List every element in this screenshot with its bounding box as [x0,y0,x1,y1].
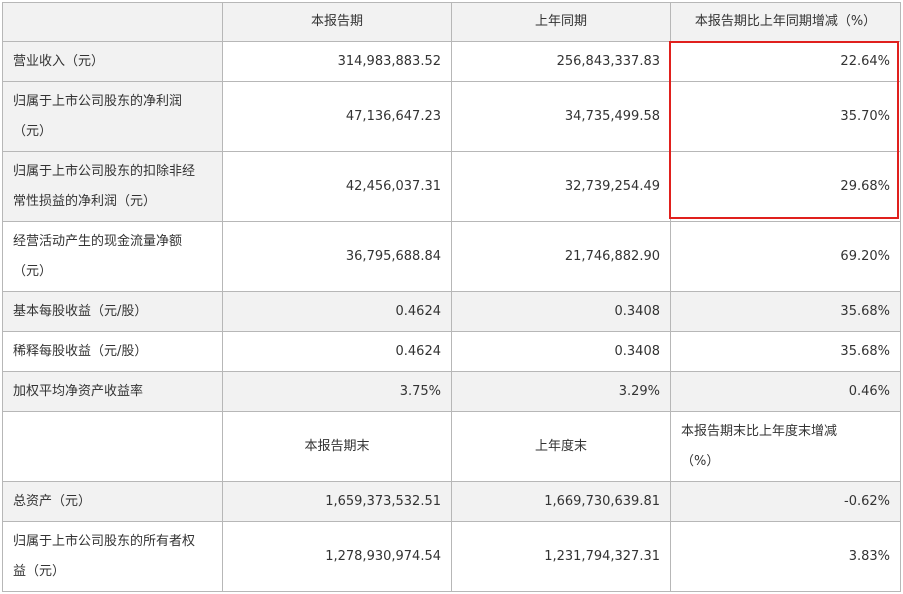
row-label-line1: 归属于上市公司股东的扣除非经 [13,163,196,179]
header-row: 本报告期 上年同期 本报告期比上年同期增减（%） [2,2,901,42]
row-label: 归属于上市公司股东的扣除非经 常性损益的净利润（元） [2,151,223,222]
table-row: 营业收入（元） 314,983,883.52 256,843,337.83 22… [2,41,901,82]
current-value: 3.75% [222,371,452,412]
row-label-line1: 经营活动产生的现金流量净额 [13,233,183,249]
header2-change-line1: 本报告期末比上年度末增减 [681,423,838,439]
row-label: 总资产（元） [2,481,223,522]
header2-blank-cell [2,411,223,482]
current-value: 1,278,930,974.54 [222,521,452,592]
current-value: 0.4624 [222,331,452,372]
current-value: 1,659,373,532.51 [222,481,452,522]
table-row: 加权平均净资产收益率 3.75% 3.29% 0.46% [2,371,901,412]
change-value: 22.64% [670,41,901,82]
current-value: 42,456,037.31 [222,151,452,222]
prior-value: 0.3408 [451,291,671,332]
header2-change-line2: （%） [681,453,720,469]
header-prior-period: 上年同期 [451,2,671,42]
row-label: 基本每股收益（元/股） [2,291,223,332]
table-row: 基本每股收益（元/股） 0.4624 0.3408 35.68% [2,291,901,332]
header-row-2: 本报告期末 上年度末 本报告期末比上年度末增减 （%） [2,411,901,482]
row-label-line2: 益（元） [13,563,66,579]
header-change-percent: 本报告期比上年同期增减（%） [670,2,901,42]
prior-value: 256,843,337.83 [451,41,671,82]
row-label: 营业收入（元） [2,41,223,82]
row-label-line2: （元） [13,263,53,279]
current-value: 314,983,883.52 [222,41,452,82]
header2-period-end: 本报告期末 [222,411,452,482]
row-label-line1: 归属于上市公司股东的所有者权 [13,533,196,549]
header-blank-cell [2,2,223,42]
change-value: 35.68% [670,291,901,332]
change-value: 69.20% [670,221,901,292]
header2-prior-year-end: 上年度末 [451,411,671,482]
table-row: 经营活动产生的现金流量净额 （元） 36,795,688.84 21,746,8… [2,221,901,292]
row-label: 稀释每股收益（元/股） [2,331,223,372]
prior-value: 32,739,254.49 [451,151,671,222]
financial-summary-table: 本报告期 上年同期 本报告期比上年同期增减（%） 营业收入（元） 314,983… [2,2,901,592]
table-row: 归属于上市公司股东的净利润 （元） 47,136,647.23 34,735,4… [2,81,901,152]
change-value: 29.68% [670,151,901,222]
table-row: 归属于上市公司股东的所有者权 益（元） 1,278,930,974.54 1,2… [2,521,901,592]
prior-value: 1,231,794,327.31 [451,521,671,592]
change-value: 3.83% [670,521,901,592]
prior-value: 3.29% [451,371,671,412]
change-value: 35.70% [670,81,901,152]
table-row: 归属于上市公司股东的扣除非经 常性损益的净利润（元） 42,456,037.31… [2,151,901,222]
change-value: 0.46% [670,371,901,412]
change-value: 35.68% [670,331,901,372]
current-value: 36,795,688.84 [222,221,452,292]
row-label: 归属于上市公司股东的所有者权 益（元） [2,521,223,592]
prior-value: 21,746,882.90 [451,221,671,292]
prior-value: 1,669,730,639.81 [451,481,671,522]
current-value: 47,136,647.23 [222,81,452,152]
row-label-line2: （元） [13,123,53,139]
current-value: 0.4624 [222,291,452,332]
header2-change-percent: 本报告期末比上年度末增减 （%） [670,411,901,482]
prior-value: 34,735,499.58 [451,81,671,152]
table-row: 稀释每股收益（元/股） 0.4624 0.3408 35.68% [2,331,901,372]
header-current-period: 本报告期 [222,2,452,42]
row-label-line2: 常性损益的净利润（元） [13,193,157,209]
table-row: 总资产（元） 1,659,373,532.51 1,669,730,639.81… [2,481,901,522]
row-label: 加权平均净资产收益率 [2,371,223,412]
change-value: -0.62% [670,481,901,522]
row-label: 经营活动产生的现金流量净额 （元） [2,221,223,292]
prior-value: 0.3408 [451,331,671,372]
row-label-line1: 归属于上市公司股东的净利润 [13,93,183,109]
row-label: 归属于上市公司股东的净利润 （元） [2,81,223,152]
